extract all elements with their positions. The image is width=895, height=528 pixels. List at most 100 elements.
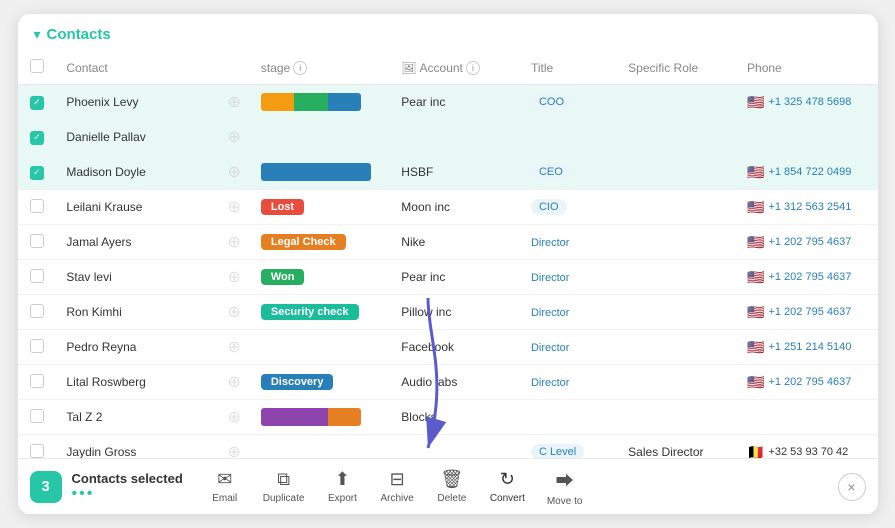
selected-count-badge: 3 xyxy=(30,471,62,503)
title-cell: Director xyxy=(521,330,618,365)
close-button[interactable]: × xyxy=(838,473,866,501)
row-checkbox-cell[interactable] xyxy=(18,365,57,400)
th-contact: Contact xyxy=(56,51,250,85)
table-row: Stav levi ⊕ Won Pear inc Director 🇺🇸 +1 … xyxy=(18,260,878,295)
table-header-row: Contact stage i 🖼 Account i xyxy=(18,51,878,85)
duplicate-label: Duplicate xyxy=(263,493,305,504)
title-cell: Director xyxy=(521,260,618,295)
row-checkbox-cell[interactable] xyxy=(18,85,57,120)
table-row: Leilani Krause ⊕ Lost Moon inc CIO 🇺🇸 +1… xyxy=(18,190,878,225)
row-checkbox[interactable] xyxy=(30,444,44,458)
table-row: Danielle Pallav ⊕ xyxy=(18,120,878,155)
row-checkbox-cell[interactable] xyxy=(18,260,57,295)
archive-button[interactable]: ⊟ Archive xyxy=(370,465,423,508)
table-row: Phoenix Levy ⊕ Pear inc COO 🇺🇸 +1 325 47… xyxy=(18,85,878,120)
add-contact-icon[interactable]: ⊕ xyxy=(227,92,240,112)
account-cell xyxy=(391,435,521,459)
stage-cell: Lost xyxy=(251,190,391,225)
role-cell xyxy=(618,190,737,225)
add-contact-icon[interactable]: ⊕ xyxy=(227,407,240,427)
title-cell xyxy=(521,400,618,435)
row-checkbox[interactable] xyxy=(30,374,44,388)
add-contact-icon[interactable]: ⊕ xyxy=(227,372,240,392)
contact-name: Jamal Ayers xyxy=(66,235,131,249)
export-button[interactable]: ⬆ Export xyxy=(316,465,368,508)
account-cell: Facebook xyxy=(391,330,521,365)
row-checkbox-cell[interactable] xyxy=(18,330,57,365)
contact-cell: Stav levi ⊕ xyxy=(56,260,250,295)
row-checkbox[interactable] xyxy=(30,234,44,248)
contact-name: Ron Kimhi xyxy=(66,305,121,319)
row-checkbox-cell[interactable] xyxy=(18,295,57,330)
stage-cell xyxy=(251,400,391,435)
email-icon: ✉ xyxy=(217,469,232,490)
role-cell xyxy=(618,400,737,435)
contact-cell: Phoenix Levy ⊕ xyxy=(56,85,250,120)
row-checkbox[interactable] xyxy=(30,269,44,283)
chevron-icon[interactable]: ▾ xyxy=(34,26,41,43)
select-all-checkbox[interactable] xyxy=(30,59,44,73)
row-checkbox[interactable] xyxy=(30,304,44,318)
role-cell xyxy=(618,295,737,330)
page-title: Contacts xyxy=(47,26,111,43)
title-cell: CEO xyxy=(521,155,618,190)
add-contact-icon[interactable]: ⊕ xyxy=(227,267,240,287)
main-card: ▾ Contacts Contact stage i xyxy=(18,14,878,514)
phone-cell xyxy=(737,120,877,155)
row-checkbox-cell[interactable] xyxy=(18,120,57,155)
add-contact-icon[interactable]: ⊕ xyxy=(227,302,240,322)
add-contact-icon[interactable]: ⊕ xyxy=(227,197,240,217)
archive-icon: ⊟ xyxy=(390,469,405,490)
row-checkbox[interactable] xyxy=(30,339,44,353)
add-contact-icon[interactable]: ⊕ xyxy=(227,442,240,458)
title-cell: COO xyxy=(521,85,618,120)
row-checkbox[interactable] xyxy=(30,166,44,180)
account-cell: HSBF xyxy=(391,155,521,190)
delete-button[interactable]: 🗑 Delete xyxy=(426,465,478,508)
contacts-tbody: Phoenix Levy ⊕ Pear inc COO 🇺🇸 +1 325 47… xyxy=(18,85,878,459)
account-cell: Moon inc xyxy=(391,190,521,225)
email-label: Email xyxy=(212,493,237,504)
th-stage: stage i xyxy=(251,51,391,85)
table-row: Jaydin Gross ⊕ C Level Sales Director 🇧🇪… xyxy=(18,435,878,459)
row-checkbox-cell[interactable] xyxy=(18,155,57,190)
row-checkbox-cell[interactable] xyxy=(18,435,57,459)
role-cell xyxy=(618,155,737,190)
table-row: Tal Z 2 ⊕ Blocks xyxy=(18,400,878,435)
contacts-table-container[interactable]: Contact stage i 🖼 Account i xyxy=(18,51,878,458)
delete-label: Delete xyxy=(437,493,466,504)
contact-name: Stav levi xyxy=(66,270,111,284)
row-checkbox-cell[interactable] xyxy=(18,225,57,260)
title-cell: Director xyxy=(521,225,618,260)
account-cell: Nike xyxy=(391,225,521,260)
stage-cell xyxy=(251,85,391,120)
contact-name: Danielle Pallav xyxy=(66,130,145,144)
phone-cell: 🇺🇸 +1 854 722 0499 xyxy=(737,155,877,190)
table-row: Pedro Reyna ⊕ Facebook Director 🇺🇸 +1 25… xyxy=(18,330,878,365)
email-button[interactable]: ✉ Email xyxy=(199,465,251,508)
row-checkbox[interactable] xyxy=(30,409,44,423)
phone-cell: 🇺🇸 +1 312 563 2541 xyxy=(737,190,877,225)
duplicate-button[interactable]: ⧉ Duplicate xyxy=(253,465,315,508)
row-checkbox[interactable] xyxy=(30,199,44,213)
bottom-toolbar: 3 Contacts selected ••• ✉ Email ⧉ Duplic… xyxy=(18,458,878,514)
row-checkbox[interactable] xyxy=(30,131,44,145)
row-checkbox-cell[interactable] xyxy=(18,190,57,225)
account-info-icon[interactable]: i xyxy=(466,61,480,75)
add-contact-icon[interactable]: ⊕ xyxy=(227,232,240,252)
account-cell: Audio labs xyxy=(391,365,521,400)
add-contact-icon[interactable]: ⊕ xyxy=(227,127,240,147)
role-cell: Sales Director xyxy=(618,435,737,459)
row-checkbox-cell[interactable] xyxy=(18,400,57,435)
add-contact-icon[interactable]: ⊕ xyxy=(227,337,240,357)
row-checkbox[interactable] xyxy=(30,96,44,110)
stage-cell: Discovery xyxy=(251,365,391,400)
add-contact-icon[interactable]: ⊕ xyxy=(227,162,240,182)
move-to-button[interactable]: ⮕ Move to xyxy=(537,463,593,511)
stage-cell xyxy=(251,155,391,190)
contact-name: Madison Doyle xyxy=(66,165,145,179)
th-checkbox[interactable] xyxy=(18,51,57,85)
convert-button[interactable]: ↻ Convert xyxy=(480,465,535,508)
stage-info-icon[interactable]: i xyxy=(293,61,307,75)
contact-name: Leilani Krause xyxy=(66,200,142,214)
